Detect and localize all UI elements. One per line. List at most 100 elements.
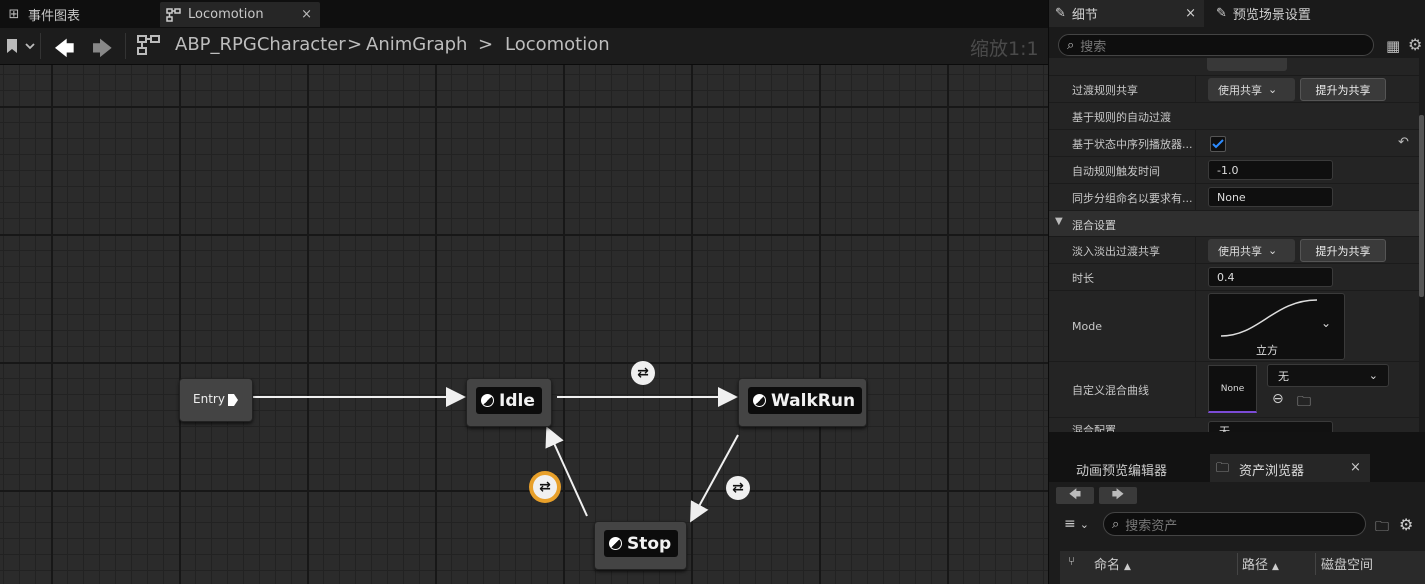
tab-locomotion[interactable]: Locomotion × bbox=[160, 2, 320, 27]
folder-icon[interactable]: 🗀 bbox=[1375, 516, 1389, 540]
transition-icon: ⇄ bbox=[732, 480, 744, 496]
asset-back-button[interactable]: 🡄 bbox=[1056, 487, 1094, 504]
document-tab-bar bbox=[0, 0, 1048, 28]
search-placeholder: 搜索 bbox=[1080, 39, 1107, 55]
pencil-icon: ✎ bbox=[1216, 6, 1227, 21]
tab-event-graph[interactable]: ⊞ 事件图表 bbox=[0, 2, 155, 27]
property-label: 过渡规则共享 bbox=[1072, 84, 1138, 97]
state-node-stop[interactable]: Stop bbox=[594, 521, 687, 570]
tab-details[interactable]: ✎ 细节 × bbox=[1049, 0, 1204, 27]
breadcrumb-item[interactable]: ABP_RPGCharacter bbox=[175, 34, 346, 55]
gear-icon[interactable]: ⚙ bbox=[1399, 515, 1413, 534]
property-label: 同步分组命名以要求有... bbox=[1072, 192, 1193, 205]
column-header-name[interactable]: 命名 ▲ bbox=[1094, 554, 1131, 573]
reset-to-default-icon[interactable]: ↶ bbox=[1398, 135, 1409, 150]
close-tab-icon[interactable]: × bbox=[1350, 460, 1361, 475]
section-header-blend-settings[interactable]: ▼ 混合设置 bbox=[1049, 211, 1419, 236]
row-divider bbox=[1195, 130, 1196, 156]
filter-dropdown[interactable]: ≡ ⌄ bbox=[1064, 516, 1089, 532]
chevron-down-icon bbox=[25, 43, 35, 50]
tab-label: 细节 bbox=[1071, 8, 1098, 23]
auto-rule-checkbox[interactable] bbox=[1210, 136, 1226, 152]
mode-value: 立方 bbox=[1256, 344, 1278, 357]
panel-splitter[interactable] bbox=[1049, 432, 1425, 453]
search-icon: ⌕ bbox=[1067, 37, 1075, 53]
pencil-icon: ✎ bbox=[1055, 6, 1066, 21]
property-label: 自动规则触发时间 bbox=[1072, 165, 1160, 178]
sort-icon: ▲ bbox=[1272, 562, 1279, 572]
state-machine-graph[interactable]: Entry Idle WalkRun Stop ⇄ ⇄ ⇄ bbox=[0, 65, 1048, 584]
state-node-idle[interactable]: Idle bbox=[466, 378, 552, 427]
breadcrumb-item[interactable]: AnimGraph bbox=[366, 34, 467, 55]
tab-anim-preview-editor[interactable]: 动画预览编辑器 bbox=[1076, 460, 1167, 479]
bookmark-dropdown[interactable] bbox=[6, 37, 40, 55]
crossfade-share-combo[interactable]: 使用共享 ⌄ bbox=[1208, 239, 1295, 262]
property-label: 基于规则的自动过渡 bbox=[1072, 111, 1171, 124]
entry-node[interactable]: Entry bbox=[179, 378, 253, 422]
bookmark-icon bbox=[7, 39, 17, 53]
blend-profile-combo[interactable]: 无 bbox=[1208, 421, 1333, 432]
breadcrumb-item[interactable]: Locomotion bbox=[505, 34, 610, 55]
details-scrollbar[interactable] bbox=[1419, 115, 1424, 297]
toolbar-divider bbox=[40, 33, 41, 59]
curve-asset-combo[interactable]: 无 ⌄ bbox=[1267, 364, 1389, 387]
close-tab-icon[interactable]: × bbox=[1185, 6, 1196, 21]
tab-asset-browser[interactable]: 🗀 资产浏览器 × bbox=[1210, 454, 1370, 482]
column-toggle-icon[interactable]: ⑂ bbox=[1068, 554, 1075, 568]
state-node-walkrun[interactable]: WalkRun bbox=[738, 378, 867, 427]
chevron-down-icon: ⌄ bbox=[1268, 244, 1278, 257]
property-row: 基于状态中序列播放器... ↶ bbox=[1049, 130, 1419, 157]
asset-search-input[interactable]: ⌕ 搜索资产 bbox=[1103, 512, 1366, 536]
event-graph-icon: ⊞ bbox=[8, 7, 20, 22]
chevron-down-icon: ⌄ bbox=[1079, 518, 1089, 531]
chevron-down-icon: ⌄ bbox=[1268, 83, 1278, 96]
transition-share-combo[interactable]: 使用共享 ⌄ bbox=[1208, 78, 1295, 101]
table-view-icon[interactable]: ▦ bbox=[1386, 37, 1400, 55]
transition-rule-walkrun-stop[interactable]: ⇄ bbox=[726, 476, 750, 500]
auto-trigger-time-input[interactable]: -1.0 bbox=[1208, 160, 1333, 180]
property-row: 过渡规则共享 使用共享 ⌄ 提升为共享 bbox=[1049, 76, 1419, 103]
promote-to-shared-button[interactable]: 提升为共享 bbox=[1300, 78, 1386, 101]
details-search-input[interactable]: ⌕ 搜索 bbox=[1058, 34, 1374, 56]
property-row: 自动规则触发时间 -1.0 bbox=[1049, 157, 1419, 184]
state-machine-icon bbox=[136, 34, 162, 60]
filter-icon: ≡ bbox=[1064, 516, 1076, 532]
sort-icon: ▲ bbox=[1124, 562, 1131, 572]
sync-group-input[interactable]: None bbox=[1208, 187, 1333, 207]
tab-label: Locomotion bbox=[188, 7, 264, 22]
browse-asset-icon[interactable]: 🗀 bbox=[1297, 391, 1311, 415]
row-divider bbox=[1195, 291, 1196, 361]
transition-rule-idle-walkrun[interactable]: ⇄ bbox=[631, 361, 655, 385]
column-header-disk-size[interactable]: 磁盘空间 bbox=[1321, 554, 1373, 573]
property-row: 时长 0.4 bbox=[1049, 264, 1419, 291]
combo-box[interactable] bbox=[1207, 58, 1287, 71]
row-divider bbox=[1195, 237, 1196, 263]
close-tab-icon[interactable]: × bbox=[301, 7, 312, 22]
search-placeholder: 搜索资产 bbox=[1125, 518, 1178, 534]
promote-crossfade-button[interactable]: 提升为共享 bbox=[1300, 239, 1386, 262]
property-label: 基于状态中序列播放器... bbox=[1072, 138, 1193, 151]
asset-forward-button[interactable]: 🡆 bbox=[1099, 487, 1137, 504]
column-label: 路径 bbox=[1242, 558, 1269, 573]
state-name: WalkRun bbox=[771, 390, 856, 411]
use-selected-icon[interactable]: ⊖ bbox=[1272, 391, 1284, 407]
combo-value: 使用共享 bbox=[1218, 83, 1262, 97]
blend-mode-picker[interactable]: ⌄ 立方 bbox=[1208, 293, 1345, 360]
property-row: 混合配置 无 bbox=[1049, 418, 1419, 432]
column-header-path[interactable]: 路径 ▲ bbox=[1242, 554, 1279, 573]
state-name: Idle bbox=[499, 390, 535, 411]
tab-preview-scene-settings[interactable]: ✎ 预览场景设置 bbox=[1210, 0, 1410, 27]
curve-asset-thumbnail[interactable]: None bbox=[1208, 365, 1257, 413]
zoom-level: 缩放1:1 bbox=[970, 38, 1039, 60]
transition-rule-stop-idle-selected[interactable]: ⇄ bbox=[529, 471, 561, 503]
column-divider bbox=[1315, 553, 1316, 575]
property-label: 淡入淡出过渡共享 bbox=[1072, 245, 1160, 258]
forward-button[interactable]: 🡆 bbox=[92, 34, 113, 68]
combo-value: 无 bbox=[1219, 425, 1230, 432]
gear-icon[interactable]: ⚙ bbox=[1408, 35, 1422, 54]
combo-value: 无 bbox=[1278, 369, 1289, 383]
asset-browser-icon: 🗀 bbox=[1216, 461, 1230, 476]
duration-input[interactable]: 0.4 bbox=[1208, 267, 1333, 287]
entry-label: Entry bbox=[193, 392, 225, 406]
back-button[interactable]: 🡄 bbox=[54, 34, 75, 68]
